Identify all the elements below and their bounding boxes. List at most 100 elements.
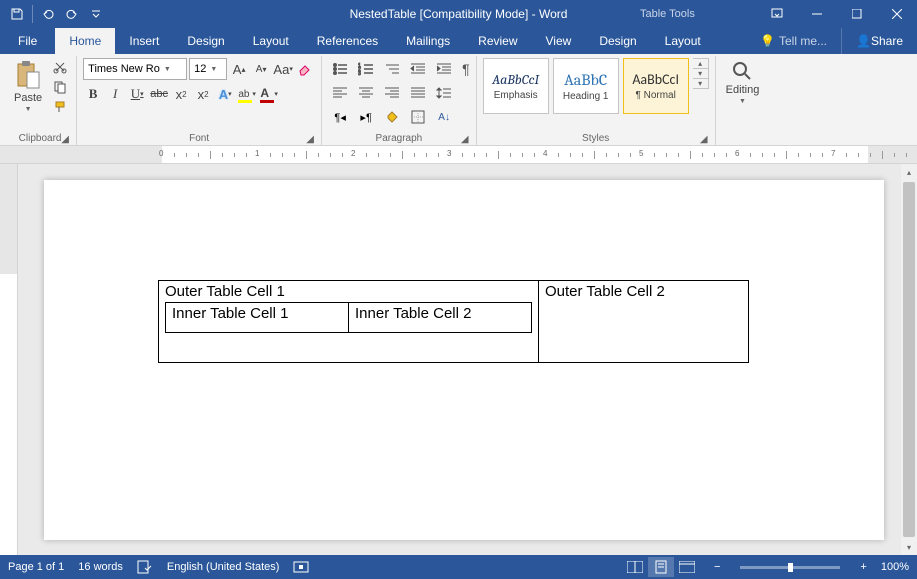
zoom-in-button[interactable]: +	[860, 561, 866, 573]
read-mode-button[interactable]	[622, 557, 648, 577]
superscript-button[interactable]: x2	[193, 84, 213, 104]
clear-formatting-button[interactable]	[295, 59, 315, 79]
page[interactable]: Outer Table Cell 1 Inner Table Cell 1 In…	[44, 180, 884, 540]
align-left-button[interactable]	[328, 82, 352, 104]
outer-cell-1[interactable]: Outer Table Cell 1 Inner Table Cell 1 In…	[159, 281, 539, 363]
share-button[interactable]: 👤 Share	[841, 28, 917, 54]
scroll-up-button[interactable]: ▴	[901, 164, 917, 180]
styles-expand[interactable]: ▾	[693, 79, 708, 88]
shading-button[interactable]	[380, 106, 404, 128]
strikethrough-button[interactable]: abc	[149, 84, 169, 104]
group-styles: AaBbCcIEmphasis AaBbCHeading 1 AaBbCcI¶ …	[477, 56, 716, 145]
style-emphasis[interactable]: AaBbCcIEmphasis	[483, 58, 549, 114]
styles-launcher[interactable]: ◢	[699, 134, 709, 144]
language-status[interactable]: English (United States)	[167, 561, 280, 573]
outer-cell-2[interactable]: Outer Table Cell 2	[539, 281, 749, 363]
macro-status[interactable]	[293, 560, 309, 574]
zoom-level[interactable]: 100%	[881, 561, 909, 573]
document-scroll[interactable]: Outer Table Cell 1 Inner Table Cell 1 In…	[18, 164, 917, 555]
paragraph-launcher[interactable]: ◢	[460, 134, 470, 144]
grow-font-button[interactable]: A▴	[229, 59, 249, 79]
vertical-ruler[interactable]	[0, 164, 18, 555]
decrease-indent-button[interactable]	[406, 58, 430, 80]
tab-layout[interactable]: Layout	[239, 28, 303, 54]
page-number-status[interactable]: Page 1 of 1	[8, 561, 64, 573]
align-center-button[interactable]	[354, 82, 378, 104]
shrink-font-button[interactable]: A▾	[251, 59, 271, 79]
text-effects-button[interactable]: A▾	[215, 84, 235, 104]
rtl-button[interactable]: ▸¶	[354, 106, 378, 128]
zoom-out-button[interactable]: −	[714, 561, 720, 573]
styles-scroll-down[interactable]: ▾	[693, 69, 708, 79]
styles-scroll-up[interactable]: ▴	[693, 59, 708, 69]
qat-customize-button[interactable]	[85, 3, 107, 25]
tab-review[interactable]: Review	[464, 28, 531, 54]
align-right-button[interactable]	[380, 82, 404, 104]
subscript-button[interactable]: x2	[171, 84, 191, 104]
tab-design[interactable]: Design	[173, 28, 238, 54]
line-spacing-button[interactable]	[432, 82, 456, 104]
save-button[interactable]	[6, 3, 28, 25]
bullets-button[interactable]	[328, 58, 352, 80]
bold-button[interactable]: B	[83, 84, 103, 104]
show-hide-button[interactable]: ¶	[462, 58, 470, 80]
underline-button[interactable]: U▾	[127, 84, 147, 104]
increase-indent-button[interactable]	[432, 58, 456, 80]
font-name-combo[interactable]: Times New Ro▼	[83, 58, 187, 80]
numbering-button[interactable]: 123	[354, 58, 378, 80]
tab-table-layout[interactable]: Layout	[651, 28, 715, 54]
editing-button[interactable]: Editing▼	[722, 58, 764, 107]
tab-home[interactable]: Home	[55, 28, 115, 54]
web-layout-button[interactable]	[674, 557, 700, 577]
tab-table-design[interactable]: Design	[585, 28, 650, 54]
share-icon: 👤	[856, 34, 871, 48]
scroll-down-button[interactable]: ▾	[901, 539, 917, 555]
tab-mailings[interactable]: Mailings	[392, 28, 464, 54]
tab-insert[interactable]: Insert	[115, 28, 173, 54]
style-normal[interactable]: AaBbCcI¶ Normal	[623, 58, 689, 114]
zoom-slider[interactable]	[740, 566, 840, 569]
clipboard-launcher[interactable]: ◢	[60, 134, 70, 144]
spellcheck-status[interactable]	[137, 560, 153, 574]
ltr-button[interactable]: ¶◂	[328, 106, 352, 128]
outer-table[interactable]: Outer Table Cell 1 Inner Table Cell 1 In…	[158, 280, 749, 363]
tab-view[interactable]: View	[532, 28, 586, 54]
inner-table[interactable]: Inner Table Cell 1 Inner Table Cell 2	[165, 302, 532, 333]
maximize-button[interactable]	[837, 0, 877, 28]
close-button[interactable]	[877, 0, 917, 28]
print-layout-button[interactable]	[648, 557, 674, 577]
change-case-button[interactable]: Aa▾	[273, 59, 293, 79]
italic-button[interactable]: I	[105, 84, 125, 104]
tab-references[interactable]: References	[303, 28, 392, 54]
highlight-button[interactable]: ab▾	[237, 84, 257, 104]
sort-button[interactable]: A↓	[432, 106, 456, 128]
ribbon-options-button[interactable]	[757, 0, 797, 28]
tab-file[interactable]: File	[0, 28, 55, 54]
style-heading1[interactable]: AaBbCHeading 1	[553, 58, 619, 114]
copy-button[interactable]	[50, 78, 70, 96]
zoom-slider-thumb[interactable]	[788, 563, 793, 572]
font-size-combo[interactable]: 12▼	[189, 58, 227, 80]
format-painter-button[interactable]	[50, 98, 70, 116]
scroll-thumb[interactable]	[903, 182, 915, 537]
multilevel-list-button[interactable]	[380, 58, 404, 80]
minimize-button[interactable]	[797, 0, 837, 28]
vertical-scrollbar[interactable]: ▴ ▾	[901, 164, 917, 555]
cut-button[interactable]	[50, 58, 70, 76]
word-count-status[interactable]: 16 words	[78, 561, 123, 573]
justify-button[interactable]	[406, 82, 430, 104]
table-row[interactable]: Inner Table Cell 1 Inner Table Cell 2	[166, 303, 532, 333]
borders-button[interactable]	[406, 106, 430, 128]
undo-button[interactable]	[37, 3, 59, 25]
font-color-button[interactable]: A▾	[259, 84, 279, 104]
redo-button[interactable]	[61, 3, 83, 25]
inner-cell-2[interactable]: Inner Table Cell 2	[349, 303, 532, 333]
paste-button[interactable]: Paste▼	[10, 58, 46, 115]
font-launcher[interactable]: ◢	[305, 134, 315, 144]
inner-cell-1[interactable]: Inner Table Cell 1	[166, 303, 349, 333]
table-row[interactable]: Outer Table Cell 1 Inner Table Cell 1 In…	[159, 281, 749, 363]
tell-me-search[interactable]: 💡Tell me...	[746, 28, 841, 54]
table-tools-label: Table Tools	[640, 8, 695, 20]
horizontal-ruler[interactable]: 012345678	[0, 146, 917, 164]
outer-cell-1-text[interactable]: Outer Table Cell 1	[165, 283, 285, 300]
